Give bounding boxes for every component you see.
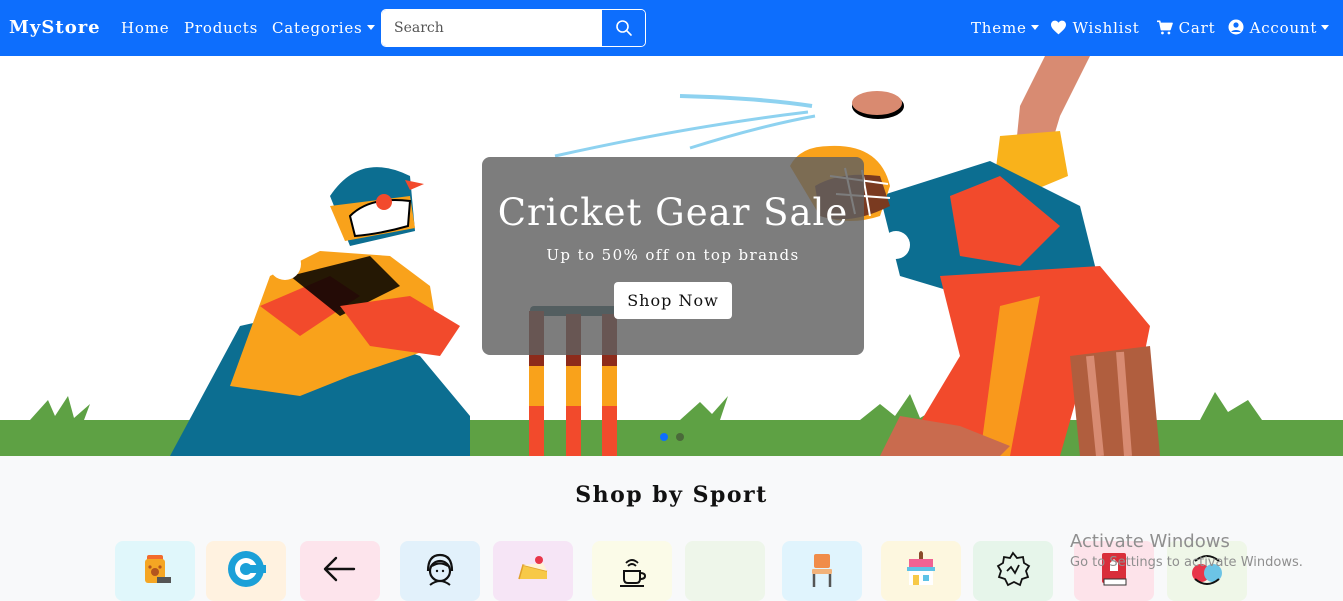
chevron-down-icon [1030, 25, 1039, 30]
shop-now-button[interactable]: Shop Now [614, 282, 732, 319]
nav-home[interactable]: Home [121, 19, 169, 37]
hero-caption: Cricket Gear Sale Up to 50% off on top b… [482, 157, 864, 355]
carousel-indicator-1[interactable] [660, 433, 668, 441]
watermark-subtitle: Go to Settings to activate Windows. [1070, 555, 1303, 570]
badge-icon [996, 551, 1031, 587]
carousel-indicators [660, 433, 684, 441]
nav-categories[interactable]: Categories [272, 19, 375, 37]
nav-theme[interactable]: Theme [971, 19, 1039, 37]
sport-tile-9[interactable] [881, 541, 961, 601]
heart-icon [1051, 20, 1066, 35]
coffee-cup-icon [620, 559, 647, 587]
nav-account-label: Account [1249, 19, 1318, 37]
search-button[interactable] [601, 10, 645, 46]
watermark-title: Activate Windows [1070, 531, 1230, 552]
search-box [381, 9, 646, 47]
sport-tile-5[interactable] [493, 541, 573, 601]
pet-food-icon [145, 555, 171, 583]
arrow-left-icon [323, 556, 356, 582]
nav-wishlist[interactable]: Wishlist [1050, 19, 1140, 37]
nav-categories-label: Categories [272, 19, 363, 37]
sport-tile-7[interactable] [685, 541, 765, 601]
search-input[interactable] [382, 10, 602, 46]
chevron-down-icon [1321, 25, 1330, 30]
nav-theme-label: Theme [971, 19, 1027, 37]
cake-icon [518, 556, 548, 580]
hero-carousel[interactable]: Cricket Gear Sale Up to 50% off on top b… [0, 56, 1343, 456]
nav-account[interactable]: Account [1228, 19, 1330, 37]
sport-tile-2[interactable] [206, 541, 286, 601]
sport-tile-10[interactable] [973, 541, 1053, 601]
chair-icon [812, 554, 832, 587]
sport-tile-4[interactable] [400, 541, 480, 601]
brand-logo[interactable]: MyStore [9, 17, 101, 38]
sport-tile-8[interactable] [782, 541, 862, 601]
cart-icon [1157, 20, 1173, 35]
nav-products[interactable]: Products [184, 19, 258, 37]
sport-tile-3[interactable] [300, 541, 380, 601]
user-circle-icon [1228, 19, 1244, 35]
navbar: MyStore Home Products Categories Theme W… [0, 0, 1343, 56]
shop-icon [907, 551, 935, 585]
carousel-indicator-2[interactable] [676, 433, 684, 441]
sport-tile-1[interactable] [115, 541, 195, 601]
nav-cart-label: Cart [1178, 19, 1216, 37]
nav-wishlist-label: Wishlist [1072, 19, 1140, 37]
hero-title: Cricket Gear Sale [497, 191, 849, 234]
headset-agent-icon [426, 553, 454, 586]
hero-subtitle: Up to 50% off on top brands [546, 246, 800, 264]
sport-tile-6[interactable] [592, 541, 672, 601]
section-title: Shop by Sport [575, 482, 768, 508]
nav-cart[interactable]: Cart [1156, 19, 1215, 37]
c-letter-icon [228, 551, 266, 587]
search-icon [615, 20, 632, 36]
windows-activation-watermark: Activate Windows Go to Settings to activ… [1070, 531, 1303, 570]
chevron-down-icon [366, 25, 375, 30]
